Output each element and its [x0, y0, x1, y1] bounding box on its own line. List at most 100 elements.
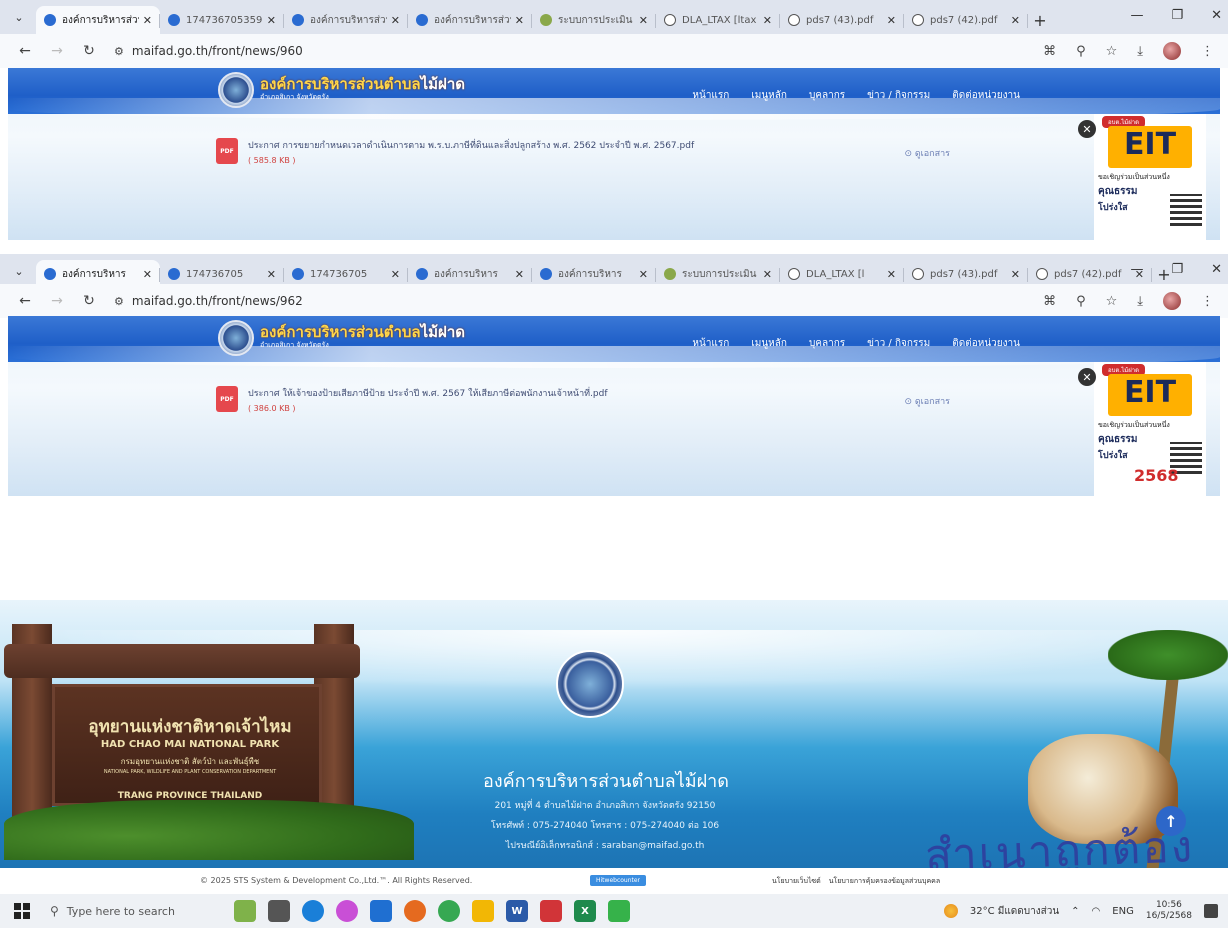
- firefox-icon[interactable]: [404, 900, 426, 922]
- windows-start-icon[interactable]: [14, 903, 30, 919]
- copilot-icon[interactable]: [336, 900, 358, 922]
- profile-avatar[interactable]: [1163, 42, 1181, 60]
- browser-tab[interactable]: pds7 (42).pdf ✕: [904, 6, 1028, 34]
- close-icon[interactable]: ✕: [1211, 8, 1222, 23]
- tab-close-icon[interactable]: ✕: [391, 268, 400, 281]
- url-field[interactable]: maifad.go.th/front/news/960: [132, 44, 303, 58]
- document-title[interactable]: ประกาศ การขยายกำหนดเวลาดำเนินการตาม พ.ร.…: [248, 138, 694, 152]
- browser-tab[interactable]: องค์การบริหารส่วน ✕: [408, 6, 532, 34]
- eit-banner[interactable]: ✕ อบต.ไม้ฝาด EIT ขอเชิญร่วมเป็นส่วนหนึ่ง…: [1078, 114, 1206, 240]
- nav-item[interactable]: บุคลากร: [809, 88, 845, 103]
- nav-item[interactable]: ติดต่อหน่วยงาน: [952, 336, 1020, 351]
- new-tab-button[interactable]: +: [1028, 6, 1052, 34]
- translate-icon[interactable]: ⌘: [1043, 44, 1056, 59]
- view-document-link[interactable]: ⊙ ดูเอกสาร: [904, 394, 950, 408]
- browser-tab[interactable]: pds7 (43).pdf ✕: [780, 6, 904, 34]
- profile-avatar[interactable]: [1163, 292, 1181, 310]
- restore-icon[interactable]: ❐: [1171, 262, 1183, 277]
- org-logo[interactable]: [218, 72, 254, 108]
- bookmark-star-icon[interactable]: ☆: [1106, 294, 1118, 309]
- banner-close-icon[interactable]: ✕: [1078, 368, 1096, 386]
- visitor-counter-badge[interactable]: Hitwebcounter: [590, 875, 647, 886]
- privacy-policy-link[interactable]: นโยบายการคุ้มครองข้อมูลส่วนบุคคล: [829, 876, 940, 887]
- close-icon[interactable]: ✕: [1211, 262, 1222, 277]
- nav-item[interactable]: ข่าว / กิจกรรม: [867, 88, 930, 103]
- word-icon[interactable]: W: [506, 900, 528, 922]
- nav-item[interactable]: ติดต่อหน่วยงาน: [952, 88, 1020, 103]
- forward-icon[interactable]: →: [46, 293, 68, 309]
- tab-close-icon[interactable]: ✕: [1011, 268, 1020, 281]
- view-document-link[interactable]: ⊙ ดูเอกสาร: [904, 146, 950, 160]
- tab-close-icon[interactable]: ✕: [1011, 14, 1020, 27]
- website-policy-link[interactable]: นโยบายเว็บไซต์: [772, 876, 821, 887]
- minimize-icon[interactable]: —: [1130, 262, 1143, 277]
- tab-close-icon[interactable]: ✕: [143, 14, 152, 27]
- tab-close-icon[interactable]: ✕: [143, 268, 152, 281]
- back-icon[interactable]: ←: [14, 43, 36, 59]
- tab-close-icon[interactable]: ✕: [887, 14, 896, 27]
- bookmark-star-icon[interactable]: ☆: [1106, 44, 1118, 59]
- chrome-icon[interactable]: [438, 900, 460, 922]
- minimize-icon[interactable]: —: [1130, 8, 1143, 23]
- translate-icon[interactable]: ⌘: [1043, 294, 1056, 309]
- menu-kebab-icon[interactable]: ⋮: [1201, 294, 1214, 309]
- line-icon[interactable]: [608, 900, 630, 922]
- footer-email[interactable]: ไปรษณีย์อิเล็กทรอนิกส์ : saraban@maifad.…: [440, 836, 770, 856]
- document-row[interactable]: PDF ประกาศ การขยายกำหนดเวลาดำเนินการตาม …: [216, 138, 694, 165]
- org-logo[interactable]: [218, 320, 254, 356]
- acrobat-icon[interactable]: [540, 900, 562, 922]
- nav-item[interactable]: บุคลากร: [809, 336, 845, 351]
- download-icon[interactable]: ⤓: [1137, 44, 1143, 59]
- url-field[interactable]: maifad.go.th/front/news/962: [132, 294, 303, 308]
- tab-close-icon[interactable]: ✕: [391, 14, 400, 27]
- tab-close-icon[interactable]: ✕: [639, 268, 648, 281]
- eit-banner[interactable]: ✕ อบต.ไม้ฝาด EIT ขอเชิญร่วมเป็นส่วนหนึ่ง…: [1078, 362, 1206, 496]
- tab-close-icon[interactable]: ✕: [267, 268, 276, 281]
- nav-item[interactable]: ข่าว / กิจกรรม: [867, 336, 930, 351]
- tab-close-icon[interactable]: ✕: [515, 14, 524, 27]
- zoom-icon[interactable]: ⚲: [1076, 44, 1086, 59]
- weather-icon[interactable]: [943, 904, 958, 918]
- tab-search-icon[interactable]: ⌄: [8, 6, 30, 28]
- download-icon[interactable]: ⤓: [1137, 294, 1143, 309]
- document-row[interactable]: PDF ประกาศ ให้เจ้าของป้ายเสียภาษีป้าย ปร…: [216, 386, 608, 413]
- nav-item[interactable]: หน้าแรก: [692, 336, 729, 351]
- tab-close-icon[interactable]: ✕: [639, 14, 648, 27]
- menu-kebab-icon[interactable]: ⋮: [1201, 44, 1214, 59]
- banner-close-icon[interactable]: ✕: [1078, 120, 1096, 138]
- site-settings-icon[interactable]: ⚙: [114, 45, 124, 58]
- document-title[interactable]: ประกาศ ให้เจ้าของป้ายเสียภาษีป้าย ประจำป…: [248, 386, 608, 400]
- tab-search-icon[interactable]: ⌄: [8, 260, 30, 282]
- edge-icon[interactable]: [302, 900, 324, 922]
- zoom-icon[interactable]: ⚲: [1076, 294, 1086, 309]
- nav-item[interactable]: หน้าแรก: [692, 88, 729, 103]
- browser-tab[interactable]: 174736705359 ✕: [160, 6, 284, 34]
- forward-icon[interactable]: →: [46, 43, 68, 59]
- language-indicator[interactable]: ENG: [1112, 906, 1134, 917]
- widgets-icon[interactable]: [234, 900, 256, 922]
- reload-icon[interactable]: ↻: [78, 293, 100, 309]
- site-settings-icon[interactable]: ⚙: [114, 295, 124, 308]
- tab-close-icon[interactable]: ✕: [267, 14, 276, 27]
- tab-close-icon[interactable]: ✕: [887, 268, 896, 281]
- notification-icon[interactable]: [1204, 904, 1218, 918]
- browser-tab[interactable]: องค์การบริหารส่วน ✕: [36, 6, 160, 34]
- nav-item[interactable]: เมนูหลัก: [751, 336, 787, 351]
- wifi-icon[interactable]: ◠: [1092, 906, 1101, 917]
- back-icon[interactable]: ←: [14, 293, 36, 309]
- task-view-icon[interactable]: [268, 900, 290, 922]
- tab-close-icon[interactable]: ✕: [515, 268, 524, 281]
- browser-tab[interactable]: ระบบการประเมิน ✕: [532, 6, 656, 34]
- nav-item[interactable]: เมนูหลัก: [751, 88, 787, 103]
- browser-tab[interactable]: องค์การบริหารส่วน ✕: [284, 6, 408, 34]
- taskbar-search[interactable]: ⚲ Type here to search: [50, 904, 210, 918]
- excel-icon[interactable]: X: [574, 900, 596, 922]
- mail-icon[interactable]: [370, 900, 392, 922]
- browser-tab[interactable]: DLA_LTAX [ltax ✕: [656, 6, 780, 34]
- clock[interactable]: 10:56 16/5/2568: [1146, 900, 1192, 922]
- chevron-up-icon[interactable]: ⌃: [1071, 906, 1079, 917]
- tab-close-icon[interactable]: ✕: [763, 268, 772, 281]
- qr-code[interactable]: [1170, 194, 1202, 226]
- weather-text[interactable]: 32°C มีแดดบางส่วน: [970, 904, 1059, 919]
- file-explorer-icon[interactable]: [472, 900, 494, 922]
